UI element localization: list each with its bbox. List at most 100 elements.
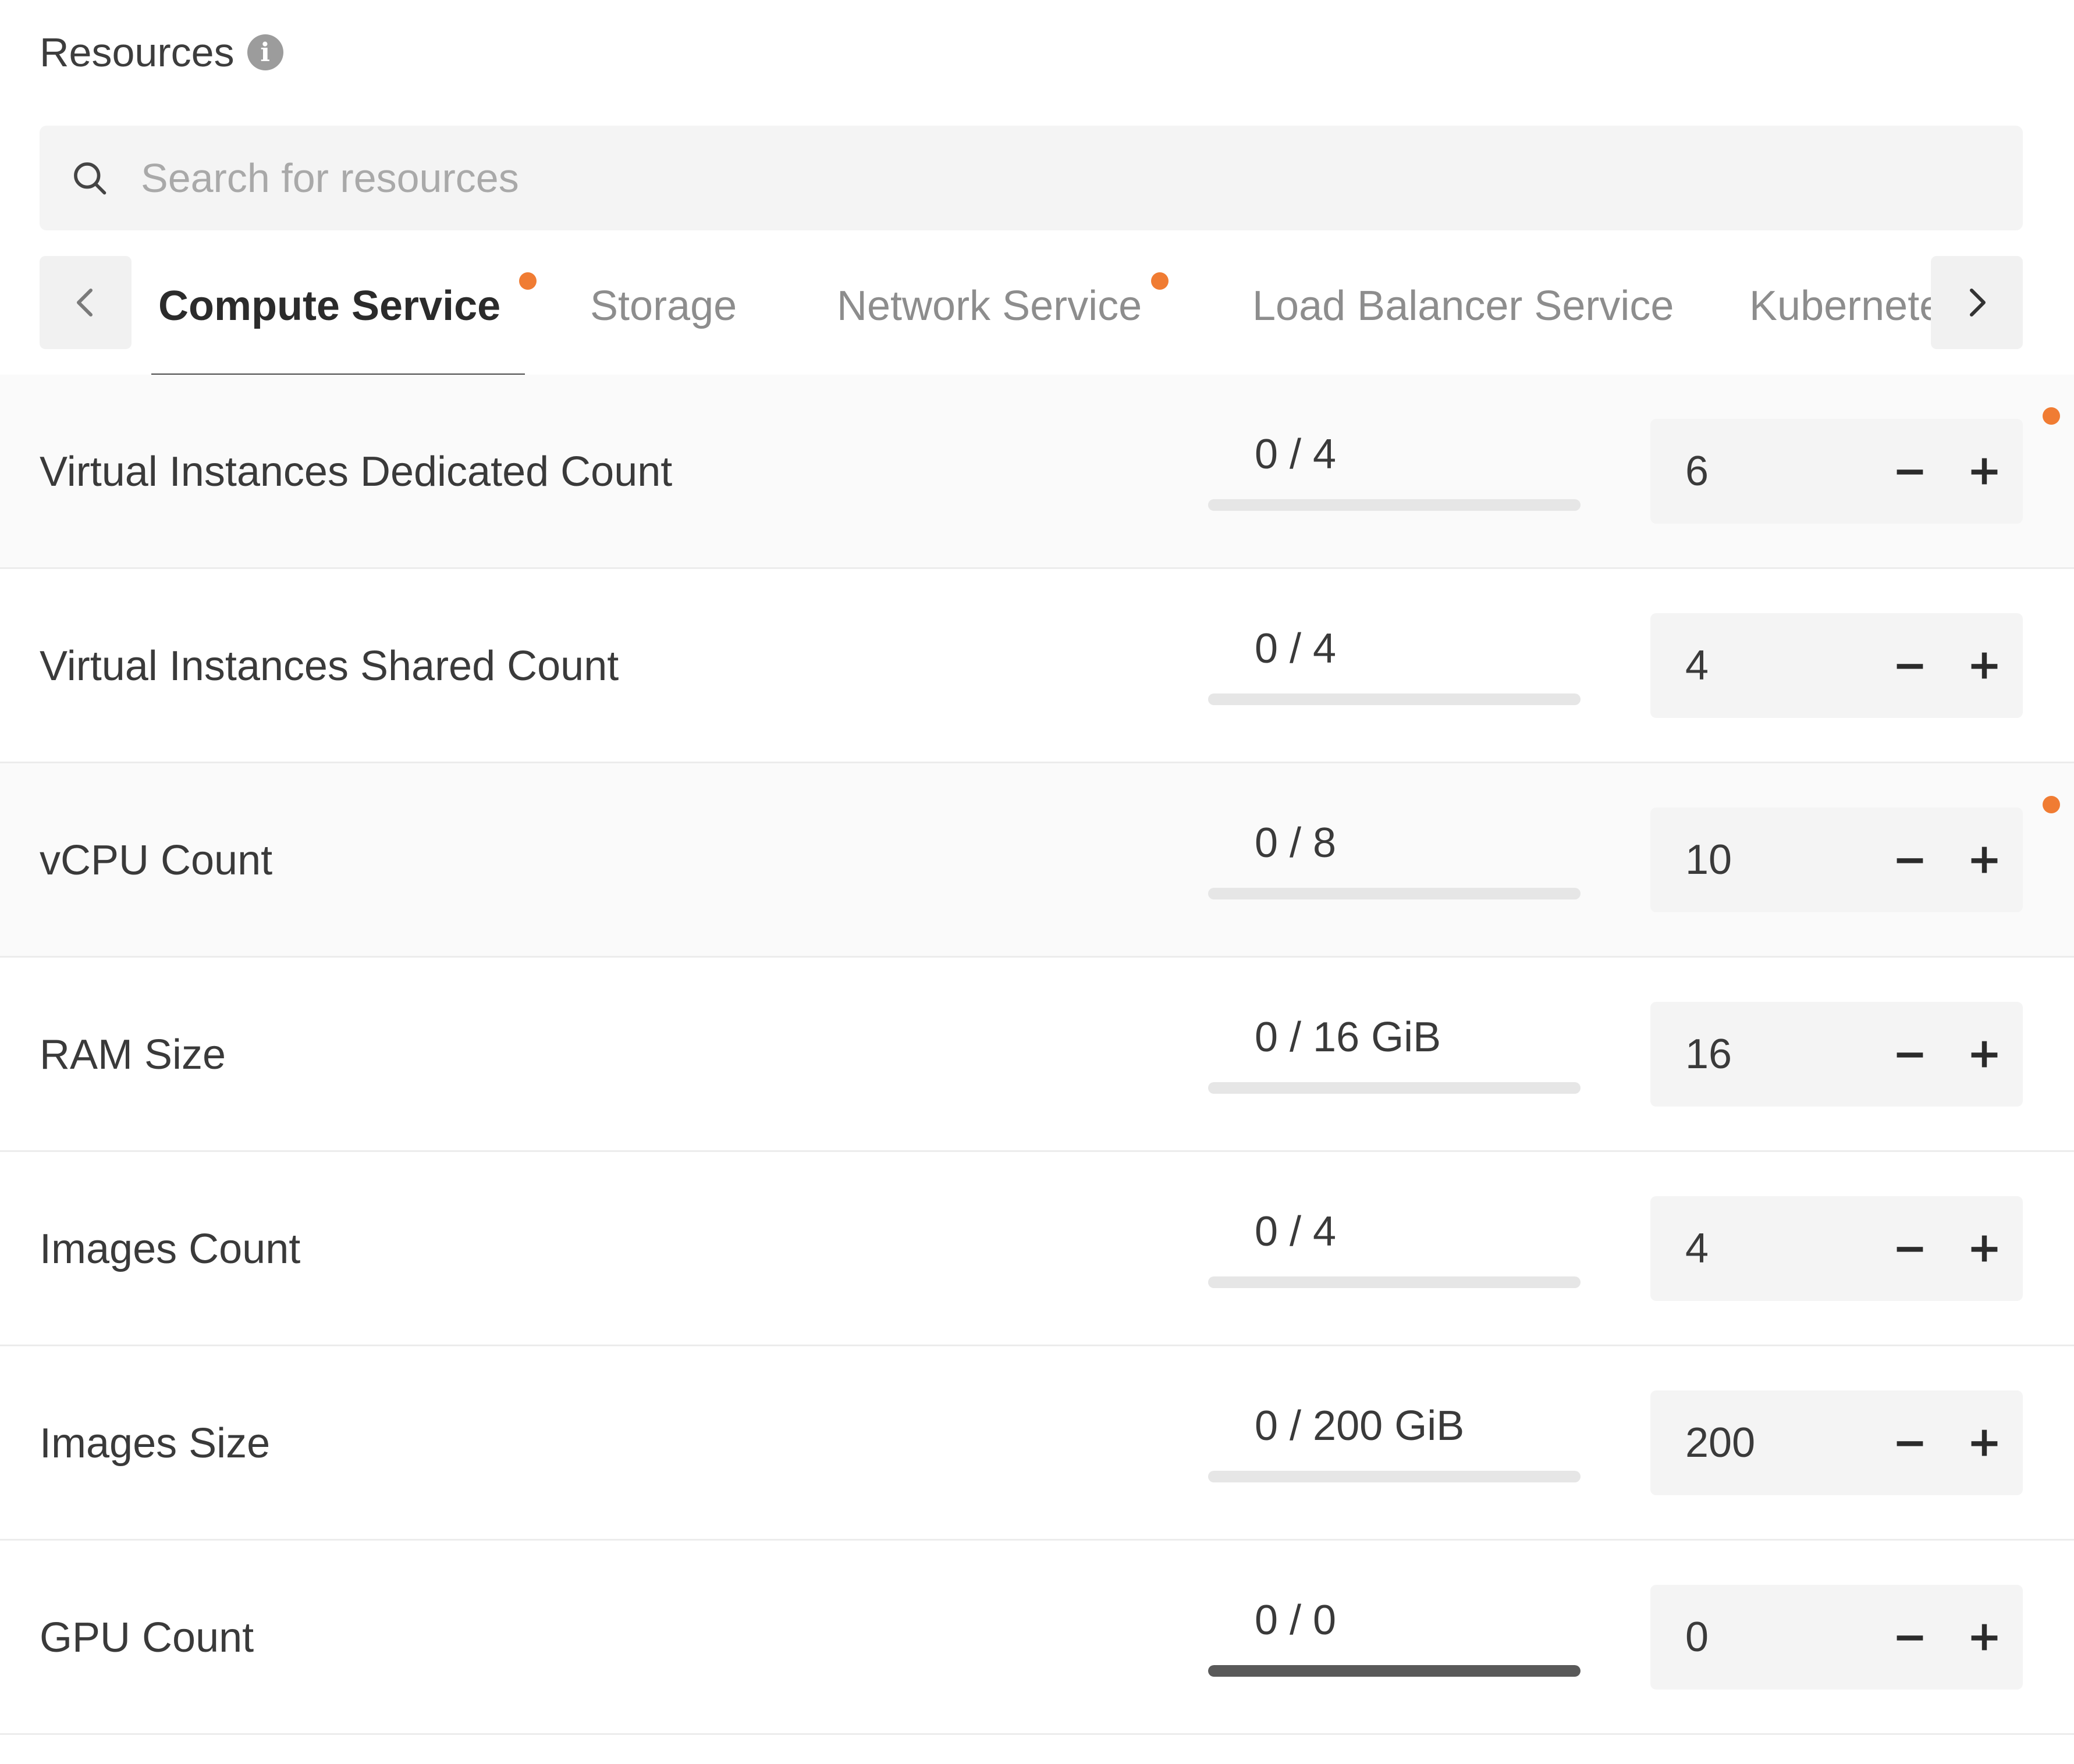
increment-button[interactable]	[1962, 838, 2006, 882]
quota-stepper[interactable]: 16	[1650, 1002, 2023, 1107]
quota-stepper[interactable]: 6	[1650, 419, 2023, 524]
tab-storage[interactable]: Storage	[566, 255, 761, 375]
service-tabs: Compute Service Storage Network Service …	[0, 255, 2074, 377]
usage-bar	[1208, 888, 1581, 899]
plus-icon	[1971, 652, 1998, 679]
usage-bar	[1208, 1665, 1581, 1677]
tab-label: Storage	[590, 283, 737, 329]
usage-text: 0 / 4	[1255, 431, 1337, 478]
minus-icon	[1897, 1052, 1923, 1058]
resource-row: Virtual Instances Shared Count 0 / 4 4	[0, 569, 2074, 763]
resource-row: RAM Size 0 / 16 GiB 16	[0, 958, 2074, 1152]
usage-bar	[1208, 1471, 1581, 1482]
usage-meter: 0 / 4	[1208, 1152, 1581, 1346]
usage-text: 0 / 0	[1255, 1597, 1337, 1644]
info-icon[interactable]: i	[247, 34, 283, 70]
resource-row: vCPU Count 0 / 8 10	[0, 763, 2074, 958]
increment-button[interactable]	[1962, 643, 2006, 688]
quota-stepper[interactable]: 10	[1650, 808, 2023, 912]
resource-label: Virtual Instances Dedicated Count	[40, 449, 673, 495]
decrement-button[interactable]	[1888, 1226, 1932, 1271]
usage-text: 0 / 16 GiB	[1255, 1014, 1441, 1061]
quota-stepper[interactable]: 4	[1650, 613, 2023, 718]
tab-modified-dot	[1151, 272, 1169, 290]
search-bar	[40, 126, 2023, 230]
plus-icon	[1971, 1235, 1998, 1262]
chevron-left-icon	[77, 289, 93, 316]
modified-dot	[2043, 796, 2060, 813]
decrement-button[interactable]	[1888, 449, 1932, 493]
quota-value[interactable]: 0	[1685, 1585, 1709, 1690]
tabs-track: Compute Service Storage Network Service …	[134, 255, 1931, 375]
quota-value[interactable]: 200	[1685, 1390, 1755, 1495]
usage-meter: 0 / 8	[1208, 763, 1581, 958]
tab-load-balancer-service[interactable]: Load Balancer Service	[1228, 255, 1698, 375]
resource-row: Virtual Instances Dedicated Count 0 / 4 …	[0, 375, 2074, 569]
usage-text: 0 / 4	[1255, 625, 1337, 672]
decrement-button[interactable]	[1888, 643, 1932, 688]
increment-button[interactable]	[1962, 1615, 2006, 1659]
tab-label: Kubernetes	[1749, 283, 1931, 329]
quota-value[interactable]: 4	[1685, 1196, 1709, 1301]
quota-stepper[interactable]: 0	[1650, 1585, 2023, 1690]
tab-label: Network Service	[837, 283, 1142, 329]
resources-header: Resources i	[40, 23, 283, 81]
resource-row: Images Count 0 / 4 4	[0, 1152, 2074, 1346]
increment-button[interactable]	[1962, 1032, 2006, 1076]
usage-bar	[1208, 1082, 1581, 1094]
tab-kubernetes[interactable]: Kubernetes	[1725, 255, 1931, 375]
modified-dot	[2043, 407, 2060, 425]
usage-bar	[1208, 499, 1581, 511]
minus-icon	[1897, 664, 1923, 669]
decrement-button[interactable]	[1888, 1032, 1932, 1076]
resource-label: Images Count	[40, 1226, 301, 1272]
quota-stepper[interactable]: 200	[1650, 1390, 2023, 1495]
tab-compute-service[interactable]: Compute Service	[134, 255, 537, 375]
minus-icon	[1897, 470, 1923, 475]
plus-icon	[1971, 1429, 1998, 1456]
panel-title: Resources	[40, 30, 235, 75]
resource-label: RAM Size	[40, 1032, 226, 1078]
quota-value[interactable]: 10	[1685, 808, 1732, 912]
usage-bar	[1208, 693, 1581, 705]
minus-icon	[1897, 858, 1923, 863]
quota-value[interactable]: 4	[1685, 613, 1709, 718]
increment-button[interactable]	[1962, 1226, 2006, 1271]
usage-meter: 0 / 4	[1208, 375, 1581, 569]
resource-row: GPU Count 0 / 0 0	[0, 1541, 2074, 1735]
plus-icon	[1971, 458, 1998, 485]
decrement-button[interactable]	[1888, 838, 1932, 882]
usage-text: 0 / 200 GiB	[1255, 1403, 1465, 1449]
tab-modified-dot	[519, 272, 537, 290]
increment-button[interactable]	[1962, 1421, 2006, 1465]
increment-button[interactable]	[1962, 449, 2006, 493]
decrement-button[interactable]	[1888, 1421, 1932, 1465]
search-icon	[74, 162, 106, 195]
usage-meter: 0 / 0	[1208, 1541, 1581, 1735]
decrement-button[interactable]	[1888, 1615, 1932, 1659]
quota-value[interactable]: 16	[1685, 1002, 1732, 1107]
resource-list: Virtual Instances Dedicated Count 0 / 4 …	[0, 375, 2074, 1735]
tab-network-service[interactable]: Network Service	[812, 255, 1169, 375]
usage-bar	[1208, 1276, 1581, 1288]
tabs-next-button[interactable]	[1931, 256, 2023, 349]
minus-icon	[1897, 1441, 1923, 1446]
usage-bar-fill	[1208, 1665, 1581, 1677]
resources-panel: Resources i Compute Service Storage Netw…	[0, 0, 2074, 1764]
minus-icon	[1897, 1635, 1923, 1641]
tab-label: Load Balancer Service	[1252, 283, 1674, 329]
resource-row: Images Size 0 / 200 GiB 200	[0, 1346, 2074, 1541]
quota-stepper[interactable]: 4	[1650, 1196, 2023, 1301]
resource-label: vCPU Count	[40, 837, 273, 884]
tabs-prev-button[interactable]	[40, 256, 132, 349]
tab-label: Compute Service	[158, 283, 501, 329]
usage-meter: 0 / 4	[1208, 569, 1581, 763]
usage-meter: 0 / 16 GiB	[1208, 958, 1581, 1152]
usage-text: 0 / 8	[1255, 820, 1337, 866]
usage-text: 0 / 4	[1255, 1208, 1337, 1255]
chevron-right-icon	[1970, 289, 1986, 316]
resource-label: Virtual Instances Shared Count	[40, 643, 619, 689]
search-input[interactable]	[140, 154, 1946, 202]
quota-value[interactable]: 6	[1685, 419, 1709, 524]
resource-label: GPU Count	[40, 1614, 254, 1661]
